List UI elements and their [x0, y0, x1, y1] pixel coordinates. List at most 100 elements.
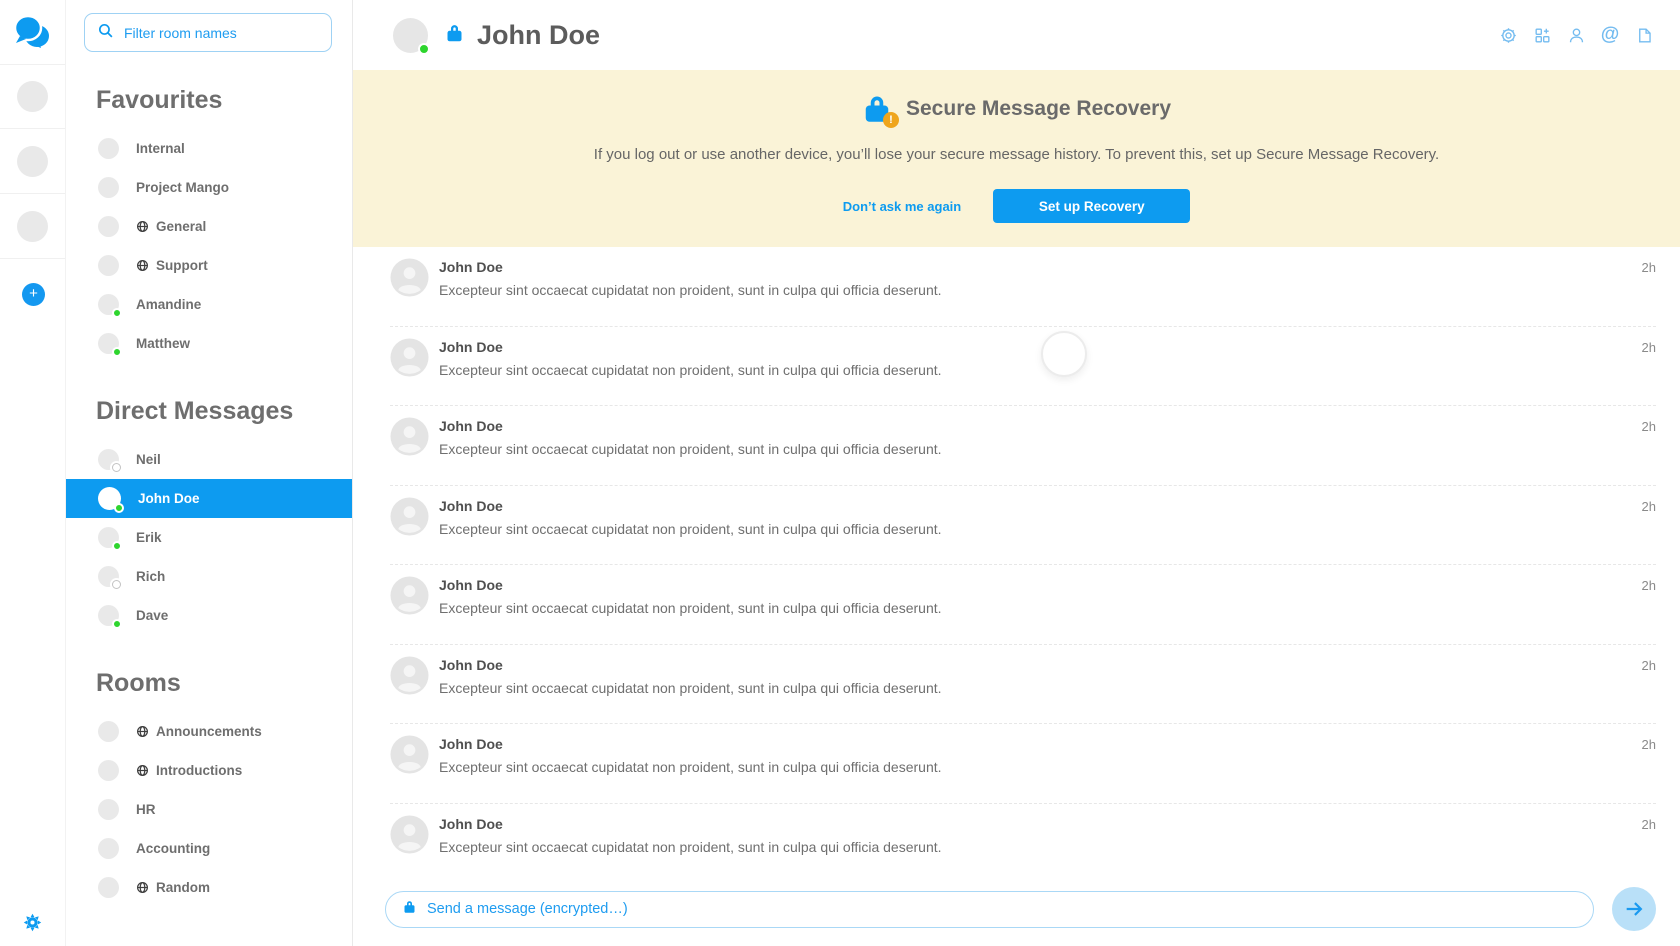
section-title-rooms: Rooms — [96, 669, 352, 698]
message-timestamp: 2h — [1642, 338, 1656, 406]
encrypted-lock-icon — [444, 22, 465, 48]
message-row[interactable]: John DoeExcepteur sint occaecat cupidata… — [390, 724, 1656, 804]
members-icon[interactable] — [1566, 25, 1586, 45]
message-input[interactable] — [427, 901, 1577, 917]
room-avatar — [98, 294, 119, 315]
sidebar-item-internal[interactable]: Internal — [66, 129, 352, 168]
public-room-globe-icon — [136, 725, 149, 738]
lock-warning-icon: ! — [862, 92, 892, 126]
sidebar-item-label: Rich — [136, 569, 165, 584]
message-row[interactable]: John DoeExcepteur sint occaecat cupidata… — [390, 486, 1656, 566]
message-row[interactable]: John DoeExcepteur sint occaecat cupidata… — [390, 406, 1656, 486]
sidebar-item-erik[interactable]: Erik — [66, 518, 352, 557]
set-up-recovery-button[interactable]: Set up Recovery — [993, 189, 1190, 223]
message-text: Excepteur sint occaecat cupidatat non pr… — [439, 441, 1642, 457]
sidebar-item-random[interactable]: Random — [66, 868, 352, 907]
sidebar-item-label: Neil — [136, 452, 161, 467]
section-title-favourites: Favourites — [96, 86, 352, 115]
sidebar-item-label: Matthew — [136, 336, 190, 351]
settings-gear-icon[interactable] — [23, 913, 42, 932]
public-room-globe-icon — [136, 881, 149, 894]
add-room-button[interactable]: + — [22, 283, 45, 306]
banner-body-text: If you log out or use another device, yo… — [393, 146, 1640, 163]
sidebar-item-accounting[interactable]: Accounting — [66, 829, 352, 868]
encrypted-lock-icon — [402, 899, 417, 919]
message-timestamp: 2h — [1642, 497, 1656, 565]
presence-online-dot — [112, 619, 122, 629]
message-row[interactable]: John Doe Excepteur sint occaecat cupidata… — [390, 247, 1656, 327]
sidebar-item-announcements[interactable]: Announcements — [66, 712, 352, 751]
composer-bar — [353, 880, 1680, 946]
sidebar-item-dave[interactable]: Dave — [66, 596, 352, 635]
message-text: Excepteur sint occaecat cupidatat non pr… — [439, 362, 1642, 378]
message-timestamp: 2h — [1642, 735, 1656, 803]
message-body: John DoeExcepteur sint occaecat cupidata… — [439, 735, 1642, 803]
filter-room-names-input[interactable] — [124, 25, 319, 41]
sidebar-item-support[interactable]: Support — [66, 246, 352, 285]
room-avatar — [98, 566, 119, 587]
room-avatar — [98, 216, 119, 237]
sidebar-item-introductions[interactable]: Introductions — [66, 751, 352, 790]
mentions-icon[interactable]: @ — [1600, 25, 1620, 45]
message-list[interactable]: John Doe Excepteur sint occaecat cupidata… — [353, 247, 1680, 880]
room-avatar — [98, 838, 119, 859]
message-body: John DoeExcepteur sint occaecat cupidata… — [439, 338, 1642, 406]
send-message-button[interactable] — [1612, 887, 1656, 931]
room-sidebar: Favourites InternalProject Mango General Su… — [66, 0, 353, 946]
sidebar-item-hr[interactable]: HR — [66, 790, 352, 829]
presence-online-dot — [112, 308, 122, 318]
message-text: Excepteur sint occaecat cupidatat non pr… — [439, 600, 1642, 616]
sidebar-item-john-doe[interactable]: John Doe — [66, 479, 352, 518]
sidebar-item-project-mango[interactable]: Project Mango — [66, 168, 352, 207]
message-timestamp: 2h — [1642, 815, 1656, 881]
room-avatar — [98, 799, 119, 820]
room-avatar — [98, 255, 119, 276]
message-text: Excepteur sint occaecat cupidatat non pr… — [439, 282, 1642, 298]
sidebar-item-label: General — [136, 219, 206, 234]
room-title: John Doe — [477, 20, 600, 51]
room-header-avatar[interactable] — [393, 18, 428, 53]
rail-room-avatar[interactable] — [0, 194, 65, 259]
public-room-globe-icon — [136, 764, 149, 777]
rail-room-avatar[interactable] — [0, 64, 65, 129]
message-row[interactable]: John DoeExcepteur sint occaecat cupidata… — [390, 804, 1656, 881]
room-avatar — [98, 721, 119, 742]
banner-title: Secure Message Recovery — [906, 97, 1171, 121]
sidebar-item-rich[interactable]: Rich — [66, 557, 352, 596]
sidebar-sections: Favourites InternalProject Mango General Su… — [66, 86, 352, 907]
sidebar-item-neil[interactable]: Neil — [66, 440, 352, 479]
message-body: John DoeExcepteur sint occaecat cupidata… — [439, 417, 1642, 485]
message-row[interactable]: John DoeExcepteur sint occaecat cupidata… — [390, 327, 1656, 407]
files-icon[interactable] — [1634, 25, 1654, 45]
rail-room-avatar[interactable] — [0, 129, 65, 194]
sidebar-item-label: Announcements — [136, 724, 262, 739]
message-body: John Doe Excepteur sint occaecat cupidata… — [439, 576, 1642, 644]
sender-avatar — [390, 815, 429, 854]
message-timestamp: 2h — [1642, 576, 1656, 644]
message-row[interactable]: John Doe Excepteur sint occaecat cupidata… — [390, 565, 1656, 645]
message-timestamp: 2h — [1642, 417, 1656, 485]
sidebar-item-amandine[interactable]: Amandine — [66, 285, 352, 324]
room-header: John Doe — [353, 0, 1680, 70]
message-text: Excepteur sint occaecat cupidatat non pr… — [439, 521, 1642, 537]
main-panel: John Doe — [353, 0, 1680, 946]
settings-icon[interactable] — [1498, 25, 1518, 45]
message-sender: John Doe — [439, 736, 1642, 752]
message-sender: John Doe — [439, 259, 1642, 275]
dont-ask-again-link[interactable]: Don’t ask me again — [843, 199, 961, 214]
presence-offline-dot — [112, 580, 121, 589]
sender-avatar — [390, 735, 429, 774]
room-avatar — [98, 877, 119, 898]
sidebar-item-label: Support — [136, 258, 208, 273]
message-text: Excepteur sint occaecat cupidatat non pr… — [439, 839, 1642, 855]
app-logo-chat-bubbles-icon[interactable] — [11, 10, 55, 54]
message-sender: John Doe — [439, 577, 1642, 593]
sidebar-item-matthew[interactable]: Matthew — [66, 324, 352, 363]
integrations-icon[interactable] — [1532, 25, 1552, 45]
message-row[interactable]: John DoeExcepteur sint occaecat cupidata… — [390, 645, 1656, 725]
sidebar-item-label: Random — [136, 880, 210, 895]
section-title-direct-messages: Direct Messages — [96, 397, 352, 426]
search-icon — [97, 22, 114, 44]
sidebar-item-label: Amandine — [136, 297, 201, 312]
sidebar-item-general[interactable]: General — [66, 207, 352, 246]
